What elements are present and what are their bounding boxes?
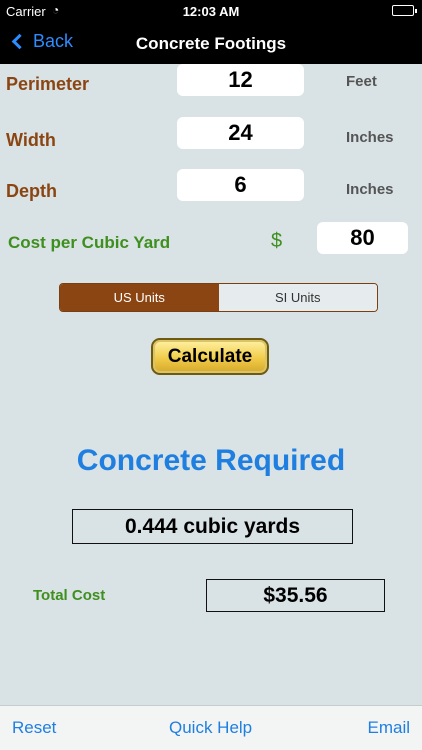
quick-help-button[interactable]: Quick Help [169,718,252,738]
status-bar: Carrier ◔ 12:03 AM [0,0,422,22]
email-button[interactable]: Email [367,718,410,738]
units-segmented-control: US Units SI Units [59,283,378,312]
bottom-toolbar: Reset Quick Help Email [0,705,422,750]
currency-symbol: $ [271,230,283,252]
perimeter-unit: Feet [346,73,377,90]
perimeter-field[interactable]: 12 [177,64,304,96]
depth-field[interactable]: 6 [177,169,304,201]
width-unit: Inches [346,129,394,146]
us-units-option[interactable]: US Units [60,284,219,311]
page-title: Concrete Footings [135,34,287,53]
total-cost-value: $35.56 [206,579,385,612]
depth-unit: Inches [346,181,394,198]
top-bar: Carrier ◔ 12:03 AM Back Concrete Footing… [0,0,422,64]
cost-per-yard-label: Cost per Cubic Yard [8,233,171,252]
si-units-option[interactable]: SI Units [218,284,377,311]
navigation-bar: Back Concrete Footings [0,22,422,64]
perimeter-label: Perimeter [6,74,90,94]
width-label: Width [6,130,56,150]
calculate-button[interactable]: Calculate [151,338,269,375]
cost-per-yard-field[interactable]: 80 [317,222,408,254]
status-time: 12:03 AM [182,4,240,19]
reset-button[interactable]: Reset [12,718,56,738]
concrete-result: 0.444 cubic yards [72,509,353,544]
battery-icon [392,5,417,16]
total-cost-label: Total Cost [33,587,106,604]
width-field[interactable]: 24 [177,117,304,149]
depth-label: Depth [6,181,57,201]
result-title: Concrete Required [76,444,346,477]
